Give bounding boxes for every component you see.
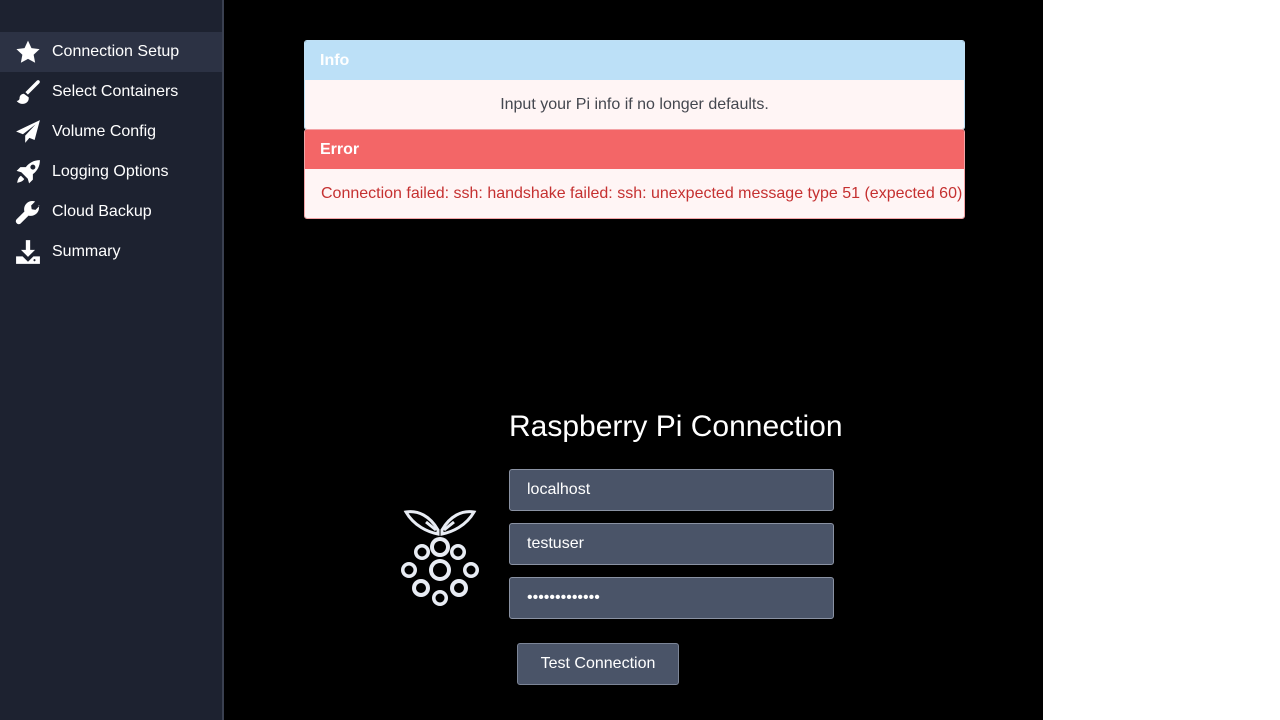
paintbrush-icon xyxy=(14,78,42,106)
sidebar-item-cloud-backup[interactable]: Cloud Backup xyxy=(0,192,222,232)
host-input[interactable] xyxy=(509,469,834,511)
sidebar-item-label: Select Containers xyxy=(52,83,179,100)
sidebar-item-volume-config[interactable]: Volume Config xyxy=(0,112,222,152)
sidebar-item-label: Volume Config xyxy=(52,123,157,140)
info-alert-title: Info xyxy=(305,41,964,80)
paper-plane-icon xyxy=(14,118,42,146)
sidebar-item-connection-setup[interactable]: Connection Setup xyxy=(0,32,222,72)
wrench-icon xyxy=(14,198,42,226)
error-alert-message: Connection failed: ssh: handshake failed… xyxy=(305,169,964,218)
sidebar-item-logging-options[interactable]: Logging Options xyxy=(0,152,222,192)
rocket-icon xyxy=(14,158,42,186)
info-alert: Info Input your Pi info if no longer def… xyxy=(304,40,965,130)
sidebar-item-select-containers[interactable]: Select Containers xyxy=(0,72,222,112)
app-window: Connection Setup Select Containers Volum… xyxy=(0,0,1043,720)
sidebar-item-summary[interactable]: Summary xyxy=(0,232,222,272)
download-icon xyxy=(14,238,42,266)
error-alert: Error Connection failed: ssh: handshake … xyxy=(304,129,965,219)
sidebar-nav: Connection Setup Select Containers Volum… xyxy=(0,32,222,272)
sidebar: Connection Setup Select Containers Volum… xyxy=(0,0,224,720)
sidebar-item-label: Summary xyxy=(52,243,121,260)
info-alert-message: Input your Pi info if no longer defaults… xyxy=(305,80,964,129)
sidebar-item-label: Connection Setup xyxy=(52,43,180,60)
username-input[interactable] xyxy=(509,523,834,565)
star-icon xyxy=(14,38,42,66)
connection-title: Raspberry Pi Connection xyxy=(509,410,843,443)
sidebar-item-label: Logging Options xyxy=(52,163,169,180)
raspberry-pi-logo-icon xyxy=(401,510,479,606)
password-input[interactable] xyxy=(509,577,834,619)
test-connection-button[interactable]: Test Connection xyxy=(517,643,679,685)
sidebar-item-label: Cloud Backup xyxy=(52,203,152,220)
error-alert-title: Error xyxy=(305,130,964,169)
